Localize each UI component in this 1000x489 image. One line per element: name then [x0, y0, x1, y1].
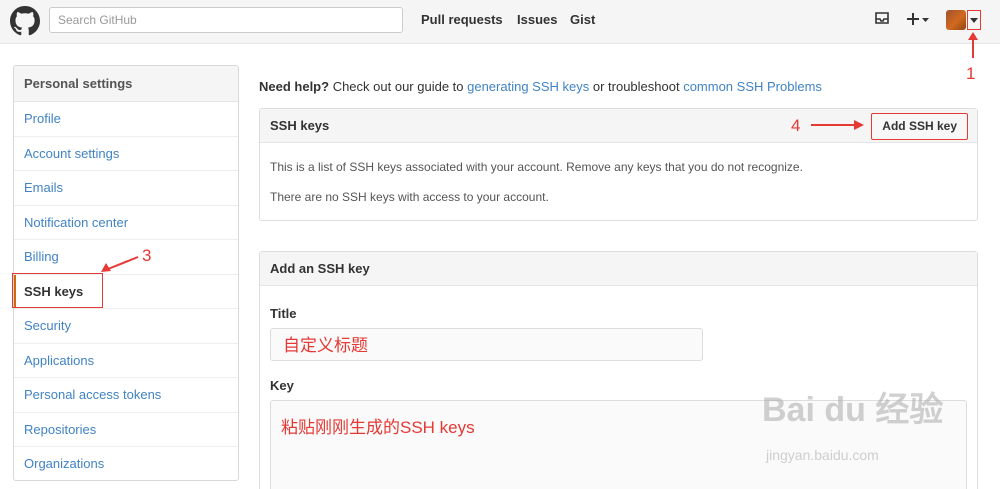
baidu-watermark-url: jingyan.baidu.com — [766, 447, 879, 463]
help-text-1: Check out our guide to — [329, 79, 468, 94]
help-text: Need help? Check out our guide to genera… — [259, 79, 822, 94]
sidebar-item-profile[interactable]: Profile — [14, 102, 238, 137]
annotation-number-1: 1 — [966, 64, 976, 83]
link-common-ssh-problems[interactable]: common SSH Problems — [683, 79, 822, 94]
search-input[interactable]: Search GitHub — [49, 7, 403, 33]
sidebar-item-repositories[interactable]: Repositories — [14, 413, 238, 447]
sidebar-item-notification-center[interactable]: Notification center — [14, 206, 238, 240]
key-label: Key — [270, 378, 294, 393]
top-header: Search GitHub Pull requests Issues Gist — [0, 0, 1000, 44]
ssh-keys-title: SSH keys — [270, 118, 330, 133]
sidebar-item-organizations[interactable]: Organizations — [14, 447, 238, 480]
ssh-keys-description: This is a list of SSH keys associated wi… — [270, 160, 803, 174]
nav-issues[interactable]: Issues — [517, 12, 557, 27]
github-logo-icon[interactable] — [10, 6, 40, 36]
sidebar-title: Personal settings — [14, 66, 238, 102]
help-text-2: or troubleshoot — [589, 79, 684, 94]
nav-gist[interactable]: Gist — [570, 12, 595, 27]
ssh-keys-heading: SSH keys Add SSH key — [260, 109, 977, 143]
link-generating-ssh-keys[interactable]: generating SSH keys — [467, 79, 589, 94]
baidu-watermark-logo: Bai du 经验 — [762, 391, 944, 429]
add-ssh-key-button[interactable]: Add SSH key — [871, 113, 968, 140]
sidebar-item-security[interactable]: Security — [14, 309, 238, 344]
user-menu-caret[interactable] — [967, 10, 981, 30]
inbox-icon[interactable] — [874, 10, 890, 26]
annotation-arrow-3 — [101, 256, 139, 272]
title-label: Title — [270, 306, 297, 321]
annotation-highlight-ssh-keys — [12, 273, 103, 308]
nav-pull-requests[interactable]: Pull requests — [421, 12, 503, 27]
sidebar-item-emails[interactable]: Emails — [14, 171, 238, 206]
annotation-arrow-4 — [811, 120, 864, 130]
ssh-keys-empty-message: There are no SSH keys with access to you… — [270, 190, 549, 204]
help-bold: Need help? — [259, 79, 330, 94]
chevron-down-icon — [970, 18, 978, 23]
sidebar-item-account-settings[interactable]: Account settings — [14, 137, 238, 171]
add-ssh-key-heading: Add an SSH key — [260, 252, 977, 286]
title-input[interactable]: 自定义标题 — [270, 328, 703, 361]
sidebar-item-personal-access-tokens[interactable]: Personal access tokens — [14, 378, 238, 413]
sidebar-item-applications[interactable]: Applications — [14, 344, 238, 378]
annotation-number-4: 4 — [791, 116, 801, 135]
ssh-keys-panel: SSH keys Add SSH key This is a list of S… — [259, 108, 978, 221]
avatar[interactable] — [946, 10, 966, 30]
annotation-number-3: 3 — [142, 246, 152, 265]
plus-icon[interactable] — [906, 11, 930, 27]
annotation-arrow-1 — [968, 32, 978, 58]
